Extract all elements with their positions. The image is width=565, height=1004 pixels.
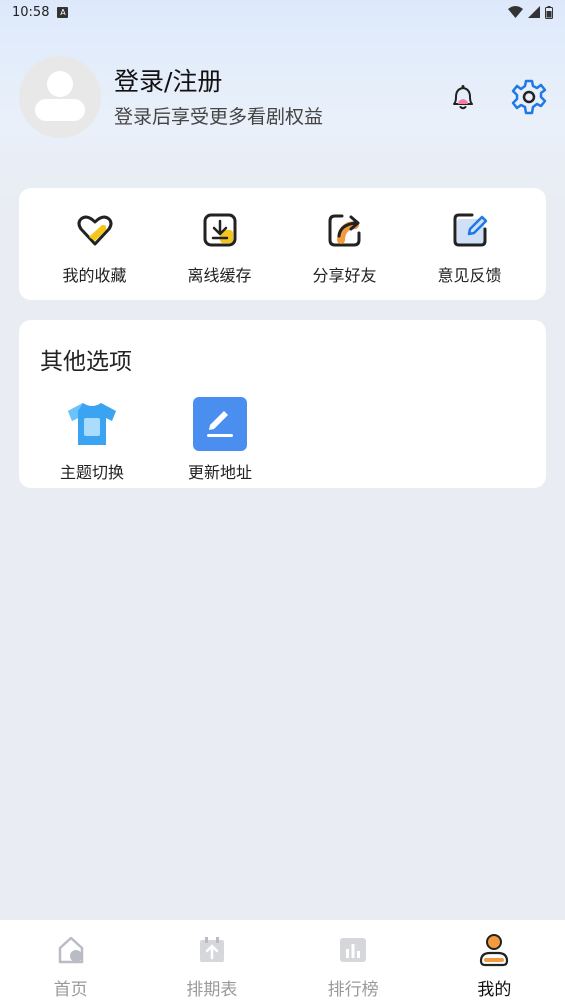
login-register-title[interactable]: 登录/注册 [114, 66, 445, 98]
pen-edit-icon [192, 396, 248, 452]
quick-action-favorites[interactable]: 我的收藏 [32, 188, 157, 300]
tab-label: 我的 [477, 980, 512, 1000]
tab-mine[interactable]: 我的 [424, 920, 565, 1004]
profile-text[interactable]: 登录/注册 登录后享受更多看剧权益 [114, 66, 445, 129]
tab-ranking[interactable]: 排行榜 [283, 920, 424, 1004]
quick-action-feedback[interactable]: 意见反馈 [407, 188, 532, 300]
avatar[interactable] [19, 56, 101, 138]
home-icon [55, 933, 87, 967]
download-icon [200, 210, 240, 250]
share-icon [325, 210, 365, 250]
wifi-icon [508, 6, 523, 18]
bell-icon[interactable] [445, 79, 481, 115]
login-subtitle: 登录后享受更多看剧权益 [114, 105, 324, 128]
status-left: 10:58 A [12, 4, 69, 20]
option-label: 更新地址 [187, 463, 252, 482]
quick-action-label: 意见反馈 [437, 266, 502, 285]
quick-actions-card: 我的收藏 离线缓存 分享好友 意见反馈 [19, 188, 546, 300]
tab-home[interactable]: 首页 [0, 920, 141, 1004]
settings-gear-icon[interactable] [511, 79, 547, 115]
other-options-title: 其他选项 [40, 349, 132, 375]
status-bar: 10:58 A [0, 0, 565, 24]
quick-action-label: 离线缓存 [187, 266, 252, 285]
heart-icon [75, 210, 115, 250]
status-time: 10:58 [12, 4, 50, 20]
ranking-chart-icon [337, 933, 369, 967]
status-right [508, 5, 553, 19]
tab-label: 首页 [53, 980, 88, 1000]
tshirt-icon [64, 396, 120, 452]
battery-icon [545, 5, 553, 19]
tab-label: 排期表 [186, 980, 238, 1000]
user-icon [478, 933, 510, 967]
option-theme-switch[interactable]: 主题切换 [57, 396, 127, 483]
signal-icon [528, 6, 540, 18]
tab-label: 排行榜 [327, 980, 379, 1000]
bottom-tab-bar: 首页 排期表 排行榜 我的 [0, 920, 565, 1004]
option-label: 主题切换 [59, 463, 124, 482]
calendar-icon [196, 933, 228, 967]
quick-action-label: 分享好友 [312, 266, 377, 285]
other-options-card: 其他选项 主题切换 更新地址 [19, 320, 546, 488]
feedback-edit-icon [450, 210, 490, 250]
quick-action-share[interactable]: 分享好友 [282, 188, 407, 300]
other-options-row: 主题切换 更新地址 [57, 396, 255, 483]
option-update-address[interactable]: 更新地址 [185, 396, 255, 483]
profile-actions [445, 79, 547, 115]
profile-header: 登录/注册 登录后享受更多看剧权益 [19, 55, 549, 139]
a-icon: A [57, 6, 69, 18]
quick-action-label: 我的收藏 [62, 266, 127, 285]
tab-schedule[interactable]: 排期表 [141, 920, 282, 1004]
quick-action-offline-cache[interactable]: 离线缓存 [157, 188, 282, 300]
